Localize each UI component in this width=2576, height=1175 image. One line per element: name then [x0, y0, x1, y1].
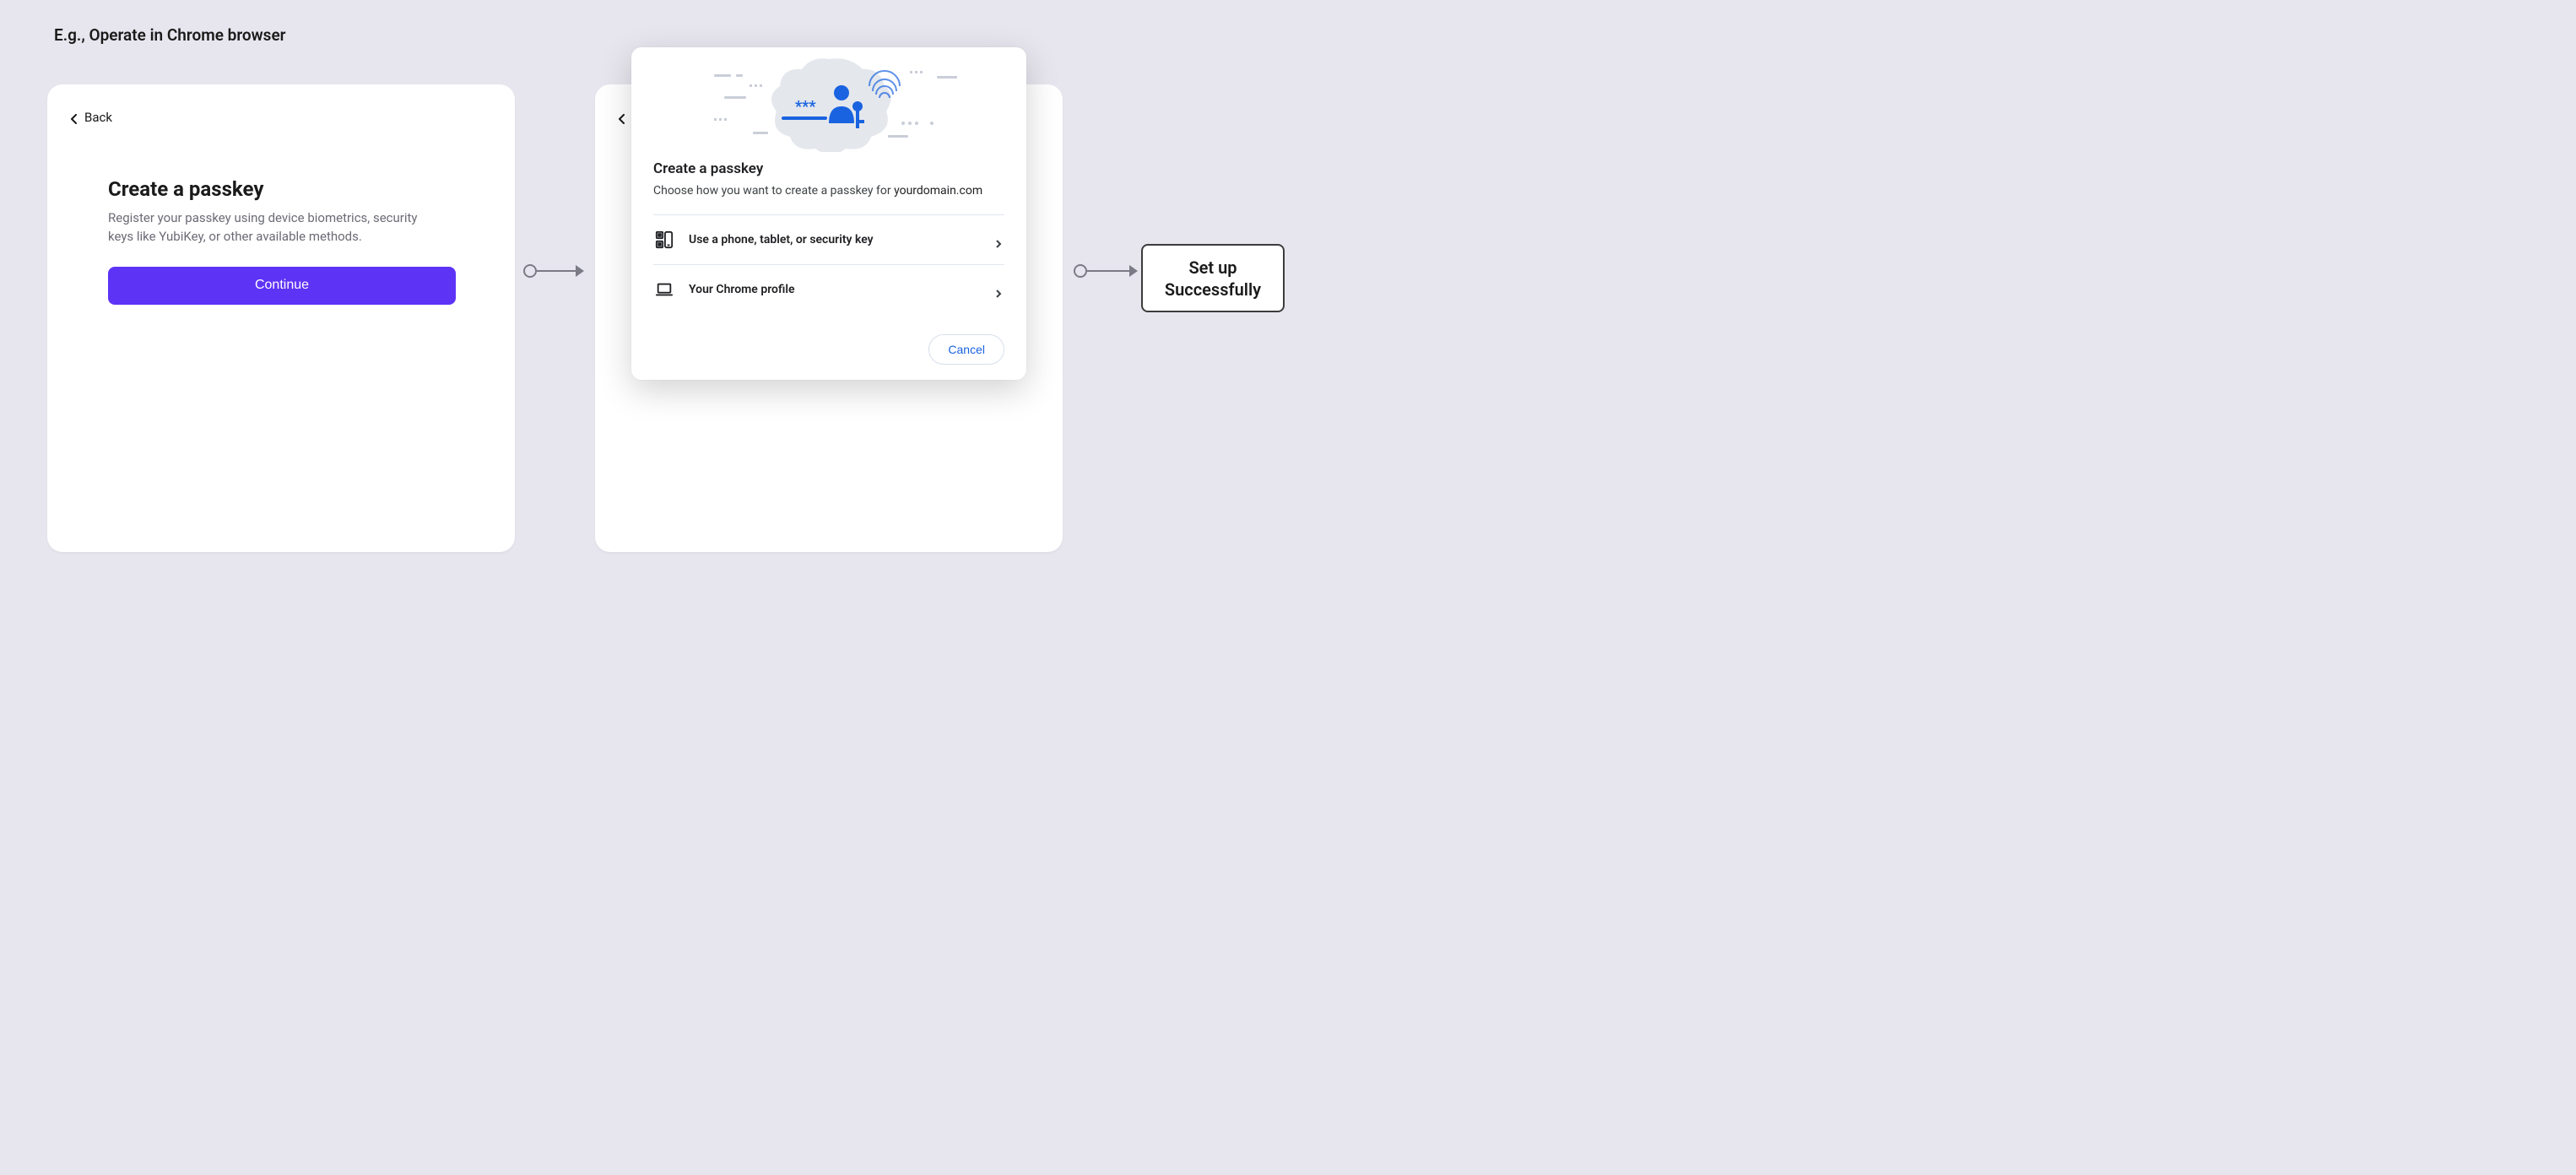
back-label: Back: [84, 110, 112, 125]
svg-text:***: ***: [795, 98, 816, 116]
chevron-right-icon: [994, 236, 1003, 244]
flow-arrow-icon: [523, 264, 584, 278]
continue-button[interactable]: Continue: [108, 267, 456, 305]
option-label: Use a phone, tablet, or security key: [689, 233, 874, 246]
qr-device-icon: [655, 230, 674, 249]
chevron-right-icon: [994, 285, 1003, 294]
laptop-icon: [655, 280, 674, 299]
step-card-create-passkey: Back Create a passkey Register your pass…: [47, 84, 515, 552]
dialog-title: Create a passkey: [653, 160, 1004, 177]
example-caption: E.g., Operate in Chrome browser: [54, 25, 286, 45]
option-label: Your Chrome profile: [689, 283, 795, 296]
dialog-domain: yourdomain.com: [894, 184, 982, 198]
card-description: Register your passkey using device biome…: [108, 209, 446, 246]
cancel-button[interactable]: Cancel: [928, 334, 1004, 365]
card-title: Create a passkey: [108, 177, 456, 201]
chevron-left-icon: [617, 112, 627, 122]
dialog-subtext: Choose how you want to create a passkey …: [653, 184, 1004, 198]
passkey-option-chrome-profile[interactable]: Your Chrome profile: [653, 264, 1004, 314]
success-callout: Set up Successfully: [1141, 244, 1285, 312]
passkey-illustration: ***: [631, 47, 1026, 155]
back-button[interactable]: Back: [69, 110, 112, 125]
flow-arrow-icon: [1074, 264, 1138, 278]
chevron-left-icon: [69, 112, 79, 122]
passkey-option-phone-tablet-key[interactable]: Use a phone, tablet, or security key: [653, 214, 1004, 264]
chrome-passkey-dialog: *** Create a passkey Choose how yo: [631, 47, 1026, 380]
